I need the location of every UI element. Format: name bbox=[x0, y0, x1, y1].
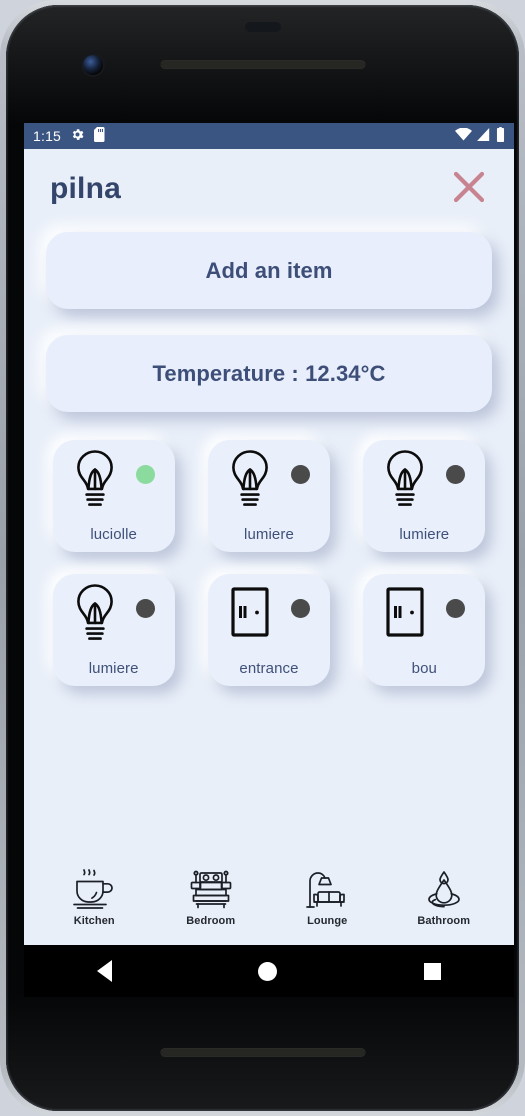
bottom-speaker-grille bbox=[160, 1048, 365, 1057]
front-camera-icon bbox=[83, 55, 103, 75]
door-icon bbox=[222, 582, 278, 648]
device-tile[interactable]: entrance bbox=[207, 574, 330, 686]
earpiece-speaker-grille bbox=[160, 60, 365, 69]
device-name-label: lumiere bbox=[399, 526, 450, 543]
room-nav-item-kitchen[interactable]: Kitchen bbox=[51, 868, 137, 927]
water-drop-icon bbox=[420, 868, 468, 912]
back-triangle-icon[interactable] bbox=[97, 960, 113, 982]
room-nav-label: Bathroom bbox=[417, 914, 471, 927]
gear-icon bbox=[70, 127, 85, 145]
close-icon bbox=[449, 167, 489, 212]
device-name-label: lumiere bbox=[244, 526, 294, 543]
device-name-label: entrance bbox=[239, 660, 299, 677]
android-navigation-bar bbox=[24, 945, 514, 997]
device-status-dot bbox=[135, 599, 155, 618]
device-status-dot bbox=[135, 465, 155, 484]
device-tile[interactable]: lumiere bbox=[207, 440, 330, 552]
room-nav-item-bedroom[interactable]: Bedroom bbox=[168, 868, 254, 927]
app-header: pilna bbox=[24, 149, 514, 216]
add-item-label: Add an item bbox=[205, 257, 333, 283]
device-status-dot bbox=[290, 599, 310, 618]
room-nav-item-bathroom[interactable]: Bathroom bbox=[401, 868, 487, 927]
lightbulb-icon bbox=[377, 448, 433, 514]
notch-pill bbox=[244, 22, 281, 32]
lightbulb-icon bbox=[67, 448, 123, 514]
phone-body: 1:15 pilna Add an item Temperature: 12.… bbox=[6, 5, 519, 1111]
lightbulb-icon bbox=[67, 582, 123, 648]
add-item-button[interactable]: Add an item bbox=[46, 232, 492, 309]
room-nav: Kitchen Bedroom Lounge Bathroom bbox=[24, 853, 514, 945]
room-nav-label: Bedroom bbox=[186, 914, 236, 927]
device-tile[interactable]: luciolle bbox=[52, 440, 175, 552]
recents-square-icon[interactable] bbox=[423, 962, 441, 980]
wifi-icon bbox=[455, 127, 472, 144]
coffee-cup-icon bbox=[70, 868, 118, 912]
close-button[interactable] bbox=[448, 168, 490, 210]
status-bar-clock: 1:15 bbox=[33, 128, 62, 144]
status-bar-left: 1:15 bbox=[33, 127, 106, 145]
device-tile[interactable]: lumiere bbox=[363, 440, 486, 552]
device-status-dot bbox=[290, 465, 310, 484]
status-bar-right bbox=[455, 127, 505, 145]
device-status-dot bbox=[446, 599, 466, 618]
device-tile[interactable]: bou bbox=[363, 574, 486, 686]
room-nav-item-lounge[interactable]: Lounge bbox=[284, 868, 370, 927]
sd-card-icon bbox=[94, 127, 106, 145]
sofa-lamp-icon bbox=[303, 868, 351, 912]
signal-icon bbox=[477, 128, 491, 144]
room-nav-label: Kitchen bbox=[73, 914, 115, 927]
device-grid: luciolle lumiere lumiere lumiere entranc… bbox=[44, 440, 494, 686]
device-name-label: bou bbox=[411, 660, 437, 677]
device-name-label: lumiere bbox=[88, 660, 139, 677]
device-status-dot bbox=[446, 465, 466, 484]
page-title: pilna bbox=[50, 172, 122, 205]
temperature-card[interactable]: Temperature : 12.34°C bbox=[46, 335, 492, 412]
door-icon bbox=[377, 582, 433, 648]
temperature-label: Temperature : 12.34°C bbox=[152, 360, 386, 386]
bed-icon bbox=[187, 868, 235, 912]
device-tile[interactable]: lumiere bbox=[52, 574, 175, 686]
phone-screen: 1:15 pilna Add an item Temperature: 12.… bbox=[24, 123, 514, 945]
phone-frame: 1:15 pilna Add an item Temperature: 12.… bbox=[0, 0, 525, 1116]
status-bar: 1:15 bbox=[24, 123, 514, 149]
home-circle-icon[interactable] bbox=[258, 961, 278, 981]
room-nav-label: Lounge bbox=[307, 914, 348, 927]
device-name-label: luciolle bbox=[90, 526, 137, 543]
lightbulb-icon bbox=[222, 448, 278, 514]
battery-icon bbox=[496, 127, 505, 145]
